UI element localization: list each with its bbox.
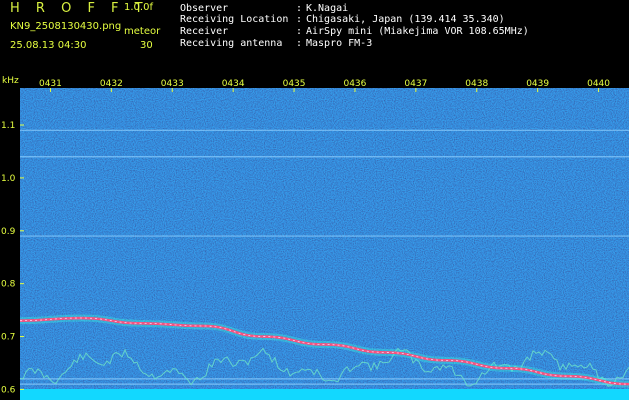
header: H R O F F T 1.0.0f KN9_2508130430.png me… [0, 0, 629, 75]
y-tick-label: 1.0 [1, 174, 16, 184]
x-tick-label: 0438 [465, 79, 488, 89]
bottom-noise-band [20, 389, 629, 400]
field-separator: : [296, 3, 303, 14]
x-tick-label: 0439 [526, 79, 549, 89]
field-value-observer: K.Nagai [306, 3, 349, 14]
x-tick-label: 0437 [404, 79, 427, 89]
x-tick-label: 0440 [587, 79, 610, 89]
field-value-location: Chigasaki, Japan (139.414 35.340) [306, 14, 505, 25]
field-value-antenna: Maspro FM-3 [306, 38, 373, 49]
y-tick-label: 0.9 [1, 227, 16, 237]
field-separator: : [296, 14, 303, 25]
y-tick-label: 0.7 [1, 333, 15, 343]
version-label: 1.0.0f [124, 2, 153, 13]
x-tick-label: 0432 [100, 79, 123, 89]
y-tick-label: 0.6 [1, 385, 16, 395]
x-tick-label: 0435 [283, 79, 306, 89]
y-axis-unit-label: kHz [2, 76, 19, 86]
plot-sparkle [20, 88, 629, 400]
y-tick-label: 1.1 [1, 121, 15, 131]
x-tick-label: 0436 [343, 79, 366, 89]
field-separator: : [296, 38, 303, 49]
x-tick-label: 0433 [161, 79, 184, 89]
unit-value: 30 [140, 40, 153, 51]
x-tick-label: 0434 [222, 79, 245, 89]
y-tick-label: 0.8 [1, 280, 16, 290]
field-label-antenna: Receiving antenna [180, 38, 283, 49]
x-tick-label: 0431 [39, 79, 62, 89]
spectrogram-chart: 0431 0432 0433 0434 0435 0436 0437 0438 0439 0440… [1, 79, 629, 400]
field-value-receiver: AirSpy mini (Miakejima VOR 108.65MHz) [306, 26, 529, 37]
filename-label: KN9_2508130430.png [10, 21, 122, 32]
field-label-receiver: Receiver [180, 26, 229, 37]
unit-label: meteor [124, 26, 161, 37]
timestamp-label: 25.08.13 04:30 [10, 40, 87, 51]
field-separator: : [296, 26, 303, 37]
field-label-observer: Observer [180, 3, 229, 14]
field-label-location: Receiving Location [180, 14, 289, 25]
